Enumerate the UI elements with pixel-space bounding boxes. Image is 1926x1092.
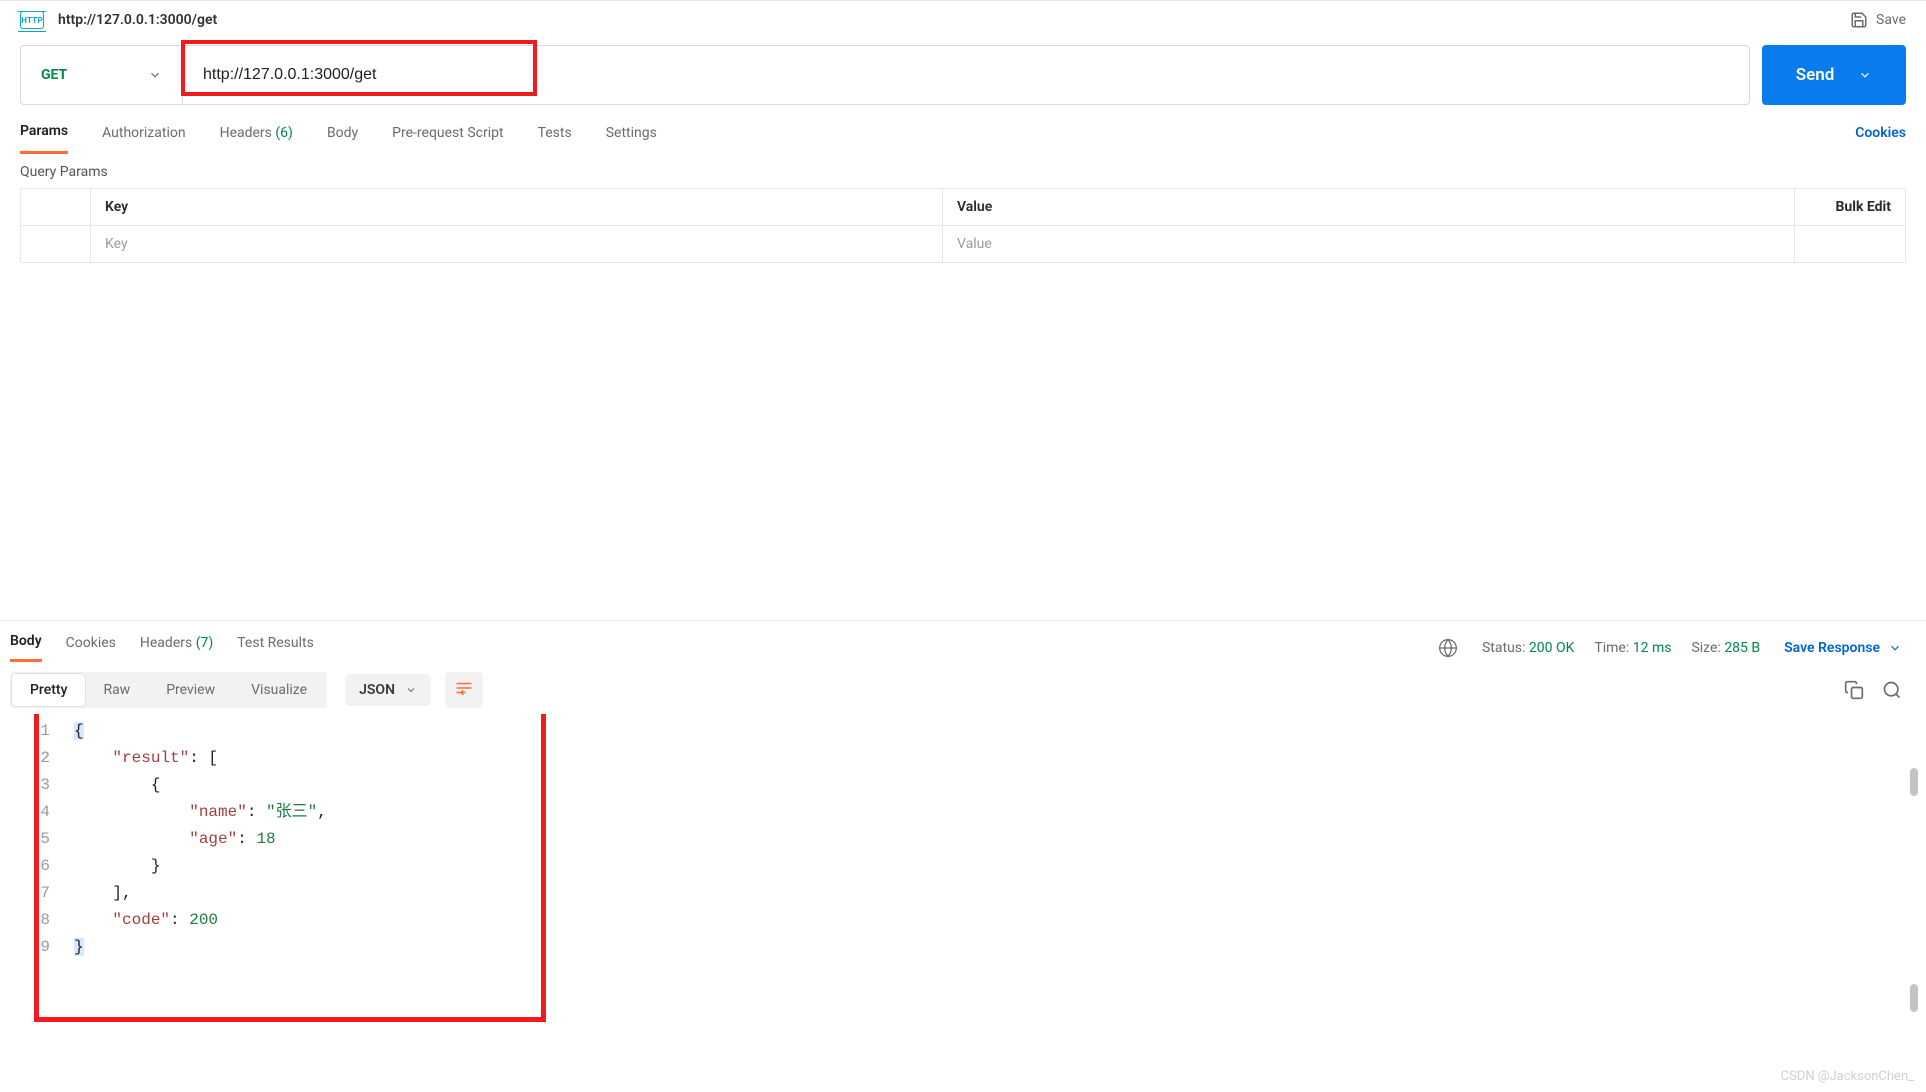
method-select[interactable]: GET xyxy=(21,46,183,104)
param-key-input[interactable]: Key xyxy=(91,226,943,262)
chevron-down-icon xyxy=(1858,68,1872,82)
tab-settings[interactable]: Settings xyxy=(606,125,657,153)
status-value: 200 OK xyxy=(1529,640,1575,656)
wrap-lines-button[interactable] xyxy=(445,672,483,708)
request-title: http://127.0.0.1:3000/get xyxy=(58,12,217,28)
send-label: Send xyxy=(1796,65,1835,85)
table-row[interactable]: Key Value xyxy=(21,226,1905,262)
method-value: GET xyxy=(41,67,67,83)
url-input[interactable] xyxy=(189,55,1743,95)
scrollbar-thumb[interactable] xyxy=(1910,984,1918,1012)
view-tab-raw[interactable]: Raw xyxy=(85,674,148,706)
view-tab-visualize[interactable]: Visualize xyxy=(233,674,325,706)
save-response-button[interactable]: Save Response xyxy=(1784,640,1902,656)
bulk-edit-button[interactable]: Bulk Edit xyxy=(1795,189,1905,225)
param-value-input[interactable]: Value xyxy=(943,226,1795,262)
size-value: 285 B xyxy=(1724,640,1760,656)
save-button[interactable]: Save xyxy=(1850,11,1906,29)
query-params-table: Key Value Bulk Edit Key Value xyxy=(20,188,1906,263)
send-button[interactable]: Send xyxy=(1762,45,1906,105)
tab-prerequest[interactable]: Pre-request Script xyxy=(392,125,503,153)
wrap-icon xyxy=(455,680,473,696)
table-header-key: Key xyxy=(91,189,943,225)
cookies-link[interactable]: Cookies xyxy=(1855,125,1906,153)
size-label: Size: xyxy=(1691,640,1720,656)
search-icon[interactable] xyxy=(1882,680,1902,700)
resp-tab-body[interactable]: Body xyxy=(10,633,42,662)
scrollbar-thumb[interactable] xyxy=(1910,768,1918,796)
tab-authorization[interactable]: Authorization xyxy=(102,125,185,153)
tab-params[interactable]: Params xyxy=(20,123,68,154)
copy-icon[interactable] xyxy=(1844,680,1864,700)
view-tab-pretty[interactable]: Pretty xyxy=(12,674,85,706)
save-label: Save xyxy=(1876,12,1906,28)
save-icon xyxy=(1850,11,1868,29)
globe-icon[interactable] xyxy=(1438,638,1458,658)
tab-headers[interactable]: Headers (6) xyxy=(220,125,293,153)
tab-tests[interactable]: Tests xyxy=(538,125,572,153)
resp-tab-cookies[interactable]: Cookies xyxy=(66,635,116,661)
status-label: Status: xyxy=(1482,640,1525,656)
table-header-checkbox xyxy=(21,189,91,225)
http-method-icon: HTTP xyxy=(20,11,44,29)
resp-tab-test-results[interactable]: Test Results xyxy=(237,635,314,661)
resp-tab-headers[interactable]: Headers (7) xyxy=(140,635,213,661)
response-body-code[interactable]: { "result": [ { "name": "张三", "age": 18 … xyxy=(74,718,327,961)
chevron-down-icon xyxy=(1888,641,1902,655)
time-value: 12 ms xyxy=(1633,640,1672,656)
line-gutter: 1 2 3 4 5 6 7 8 9 xyxy=(26,718,50,961)
table-header-value: Value xyxy=(943,189,1795,225)
tab-body[interactable]: Body xyxy=(327,125,358,153)
time-label: Time: xyxy=(1594,640,1629,656)
watermark: CSDN @JacksonChen_ xyxy=(1781,1069,1914,1084)
chevron-down-icon xyxy=(405,684,417,696)
content-type-select[interactable]: JSON xyxy=(345,674,431,706)
query-params-label: Query Params xyxy=(0,154,1926,188)
view-tab-preview[interactable]: Preview xyxy=(148,674,233,706)
chevron-down-icon xyxy=(148,68,162,82)
